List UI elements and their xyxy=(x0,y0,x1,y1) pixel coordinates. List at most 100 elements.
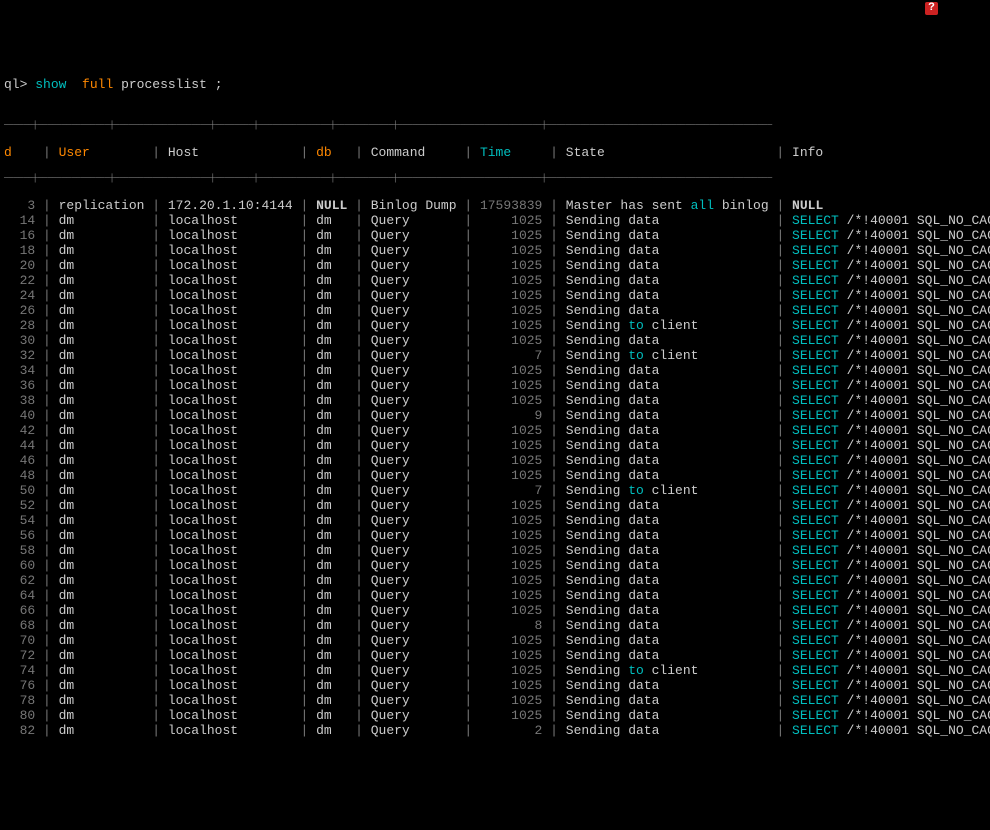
cell-db: NULL xyxy=(316,198,355,213)
cell-time: 1025 xyxy=(480,453,550,468)
cell-command: Query xyxy=(371,573,465,588)
cell-command: Query xyxy=(371,528,465,543)
cell-info: SELECT /*!40001 SQL_NO_CACHE */ * FROM `… xyxy=(792,243,990,258)
cell-command: Query xyxy=(371,393,465,408)
cell-state: Sending data xyxy=(566,513,777,528)
cell-user: dm xyxy=(59,708,153,723)
cell-command: Query xyxy=(371,723,465,738)
col-time: Time xyxy=(480,145,550,160)
cell-info: SELECT /*!40001 SQL_NO_CACHE */ * FROM `… xyxy=(792,543,990,558)
cell-id: 78 xyxy=(4,693,43,708)
cell-command: Query xyxy=(371,678,465,693)
cell-info: SELECT /*!40001 SQL_NO_CACHE */ * FROM `… xyxy=(792,318,990,333)
header-row: d | User | Host | db | Command | Time | … xyxy=(4,145,986,160)
cell-time: 1025 xyxy=(480,393,550,408)
cell-host: localhost xyxy=(168,483,301,498)
cell-info: SELECT /*!40001 SQL_NO_CACHE */ * FROM `… xyxy=(792,708,990,723)
cell-host: localhost xyxy=(168,618,301,633)
cell-host: localhost xyxy=(168,378,301,393)
cell-time: 1025 xyxy=(480,228,550,243)
cell-id: 64 xyxy=(4,588,43,603)
cell-id: 14 xyxy=(4,213,43,228)
cell-time: 1025 xyxy=(480,663,550,678)
table-row: 50 | dm | localhost | dm | Query | 7 | S… xyxy=(4,483,986,498)
cell-user: dm xyxy=(59,603,153,618)
cell-db: dm xyxy=(316,678,355,693)
cell-host: 172.20.1.10:4144 xyxy=(168,198,301,213)
table-row: 80 | dm | localhost | dm | Query | 1025 … xyxy=(4,708,986,723)
cell-db: dm xyxy=(316,498,355,513)
cell-command: Query xyxy=(371,378,465,393)
cell-host: localhost xyxy=(168,723,301,738)
cell-info: SELECT /*!40001 SQL_NO_CACHE */ * FROM `… xyxy=(792,273,990,288)
cell-info: SELECT /*!40001 SQL_NO_CACHE */ * FROM `… xyxy=(792,288,990,303)
cell-command: Query xyxy=(371,663,465,678)
cell-db: dm xyxy=(316,363,355,378)
cell-host: localhost xyxy=(168,573,301,588)
cell-host: localhost xyxy=(168,273,301,288)
table-row: 22 | dm | localhost | dm | Query | 1025 … xyxy=(4,273,986,288)
cell-info: SELECT /*!40001 SQL_NO_CACHE */ * FROM `… xyxy=(792,258,990,273)
cell-info: SELECT /*!40001 SQL_NO_CACHE */ * FROM `… xyxy=(792,393,990,408)
cell-db: dm xyxy=(316,618,355,633)
table-row: 28 | dm | localhost | dm | Query | 1025 … xyxy=(4,318,986,333)
cell-db: dm xyxy=(316,228,355,243)
cell-host: localhost xyxy=(168,303,301,318)
cell-info: SELECT /*!40001 SQL_NO_CACHE */ * FROM `… xyxy=(792,498,990,513)
cell-host: localhost xyxy=(168,453,301,468)
cell-time: 1025 xyxy=(480,498,550,513)
cell-id: 28 xyxy=(4,318,43,333)
cell-host: localhost xyxy=(168,693,301,708)
table-row: 32 | dm | localhost | dm | Query | 7 | S… xyxy=(4,348,986,363)
table-row: 60 | dm | localhost | dm | Query | 1025 … xyxy=(4,558,986,573)
cell-host: localhost xyxy=(168,633,301,648)
cell-db: dm xyxy=(316,468,355,483)
cell-db: dm xyxy=(316,318,355,333)
cell-command: Query xyxy=(371,693,465,708)
cell-info: SELECT /*!40001 SQL_NO_CACHE */ * FROM `… xyxy=(792,348,990,363)
table-row: 44 | dm | localhost | dm | Query | 1025 … xyxy=(4,438,986,453)
cell-time: 1025 xyxy=(480,378,550,393)
cell-db: dm xyxy=(316,558,355,573)
cell-id: 50 xyxy=(4,483,43,498)
cell-host: localhost xyxy=(168,468,301,483)
cell-user: dm xyxy=(59,303,153,318)
cell-user: dm xyxy=(59,513,153,528)
cell-id: 40 xyxy=(4,408,43,423)
cell-host: localhost xyxy=(168,513,301,528)
prompt-line[interactable]: ql> show full processlist ; xyxy=(4,77,986,92)
col-state: State xyxy=(566,145,777,160)
table-row: 68 | dm | localhost | dm | Query | 8 | S… xyxy=(4,618,986,633)
cell-state: Sending data xyxy=(566,273,777,288)
help-icon[interactable]: ? xyxy=(925,2,938,15)
table-row: 36 | dm | localhost | dm | Query | 1025 … xyxy=(4,378,986,393)
cell-user: dm xyxy=(59,468,153,483)
col-id: d xyxy=(4,145,43,160)
cell-time: 1025 xyxy=(480,318,550,333)
cell-state: Sending data xyxy=(566,288,777,303)
cell-db: dm xyxy=(316,483,355,498)
cell-time: 1025 xyxy=(480,333,550,348)
cell-user: dm xyxy=(59,408,153,423)
cell-user: dm xyxy=(59,483,153,498)
cell-user: replication xyxy=(59,198,153,213)
cell-time: 1025 xyxy=(480,423,550,438)
cell-host: localhost xyxy=(168,228,301,243)
table-row: 76 | dm | localhost | dm | Query | 1025 … xyxy=(4,678,986,693)
cell-command: Query xyxy=(371,618,465,633)
cell-id: 46 xyxy=(4,453,43,468)
cell-host: localhost xyxy=(168,243,301,258)
cell-user: dm xyxy=(59,693,153,708)
cell-time: 1025 xyxy=(480,528,550,543)
cell-user: dm xyxy=(59,348,153,363)
table-row: 64 | dm | localhost | dm | Query | 1025 … xyxy=(4,588,986,603)
cell-id: 30 xyxy=(4,333,43,348)
table-row: 16 | dm | localhost | dm | Query | 1025 … xyxy=(4,228,986,243)
cell-host: localhost xyxy=(168,543,301,558)
cell-db: dm xyxy=(316,303,355,318)
cell-command: Query xyxy=(371,423,465,438)
cell-time: 1025 xyxy=(480,558,550,573)
cell-host: localhost xyxy=(168,333,301,348)
cell-host: localhost xyxy=(168,393,301,408)
cell-db: dm xyxy=(316,258,355,273)
